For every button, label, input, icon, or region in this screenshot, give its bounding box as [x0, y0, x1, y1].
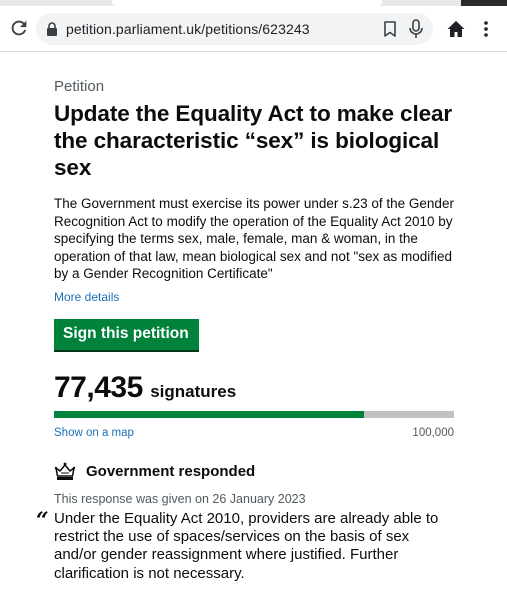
browser-toolbar: petition.parliament.uk/petitions/623243: [0, 6, 507, 52]
government-response-header: Government responded: [54, 462, 454, 483]
signature-count-row: 77,435 signatures: [54, 371, 454, 405]
more-details-link[interactable]: More details: [54, 290, 119, 304]
show-on-map-link[interactable]: Show on a map: [54, 427, 134, 439]
signature-progress-fill: [54, 410, 364, 418]
government-responded-heading: Government responded: [86, 462, 256, 480]
progress-meta: Show on a map 100,000: [54, 427, 454, 443]
signature-label: signatures: [150, 381, 237, 401]
petition-summary: The Government must exercise its power u…: [54, 196, 454, 282]
mic-icon[interactable]: [408, 19, 424, 39]
government-response-quote: “ Under the Equality Act 2010, providers…: [36, 508, 454, 583]
bookmark-icon[interactable]: [383, 21, 397, 37]
signature-progress-bar: [54, 410, 454, 418]
more-vert-icon[interactable]: [483, 20, 489, 38]
home-icon[interactable]: [446, 19, 466, 39]
reload-icon[interactable]: [8, 17, 30, 39]
sign-petition-button[interactable]: Sign this petition: [54, 318, 199, 350]
signature-goal: 100,000: [412, 426, 454, 439]
lock-icon[interactable]: [46, 22, 58, 36]
signature-count: 77,435: [54, 370, 143, 404]
url-text[interactable]: petition.parliament.uk/petitions/623243: [66, 21, 310, 37]
petition-title: Update the Equality Act to make clear th…: [54, 101, 453, 180]
quote-mark-icon: “: [36, 507, 49, 534]
address-bar[interactable]: petition.parliament.uk/petitions/623243: [36, 13, 433, 45]
crown-icon: [54, 462, 76, 480]
response-text: Under the Equality Act 2010, providers a…: [54, 509, 439, 582]
petition-caption: Petition: [54, 78, 105, 95]
petition-content: Petition Update the Equality Act to make…: [36, 78, 454, 583]
response-date: This response was given on 26 January 20…: [54, 491, 306, 506]
